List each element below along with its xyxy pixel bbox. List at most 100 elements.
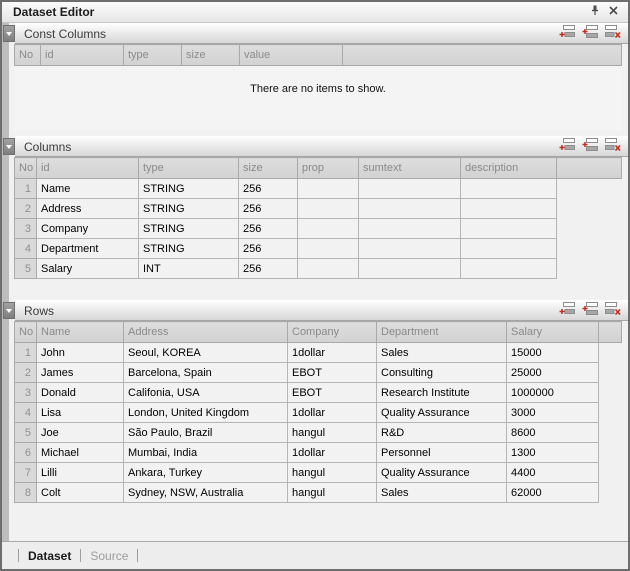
cell[interactable]: São Paulo, Brazil <box>124 423 288 443</box>
cell[interactable] <box>359 179 461 199</box>
cell[interactable]: STRING <box>139 199 239 219</box>
cell[interactable]: 1dollar <box>288 343 377 363</box>
cell[interactable]: Seoul, KOREA <box>124 343 288 363</box>
cell[interactable] <box>359 219 461 239</box>
cell[interactable]: 256 <box>239 199 298 219</box>
column-header-size[interactable]: size <box>182 45 240 66</box>
cell[interactable]: Sales <box>377 483 507 503</box>
cell[interactable]: 256 <box>239 219 298 239</box>
cell[interactable]: 1dollar <box>288 403 377 423</box>
column-header-value[interactable]: value <box>240 45 343 66</box>
cell[interactable] <box>359 239 461 259</box>
cell[interactable]: 3000 <box>507 403 599 423</box>
cell[interactable]: R&D <box>377 423 507 443</box>
add-row-button[interactable] <box>558 303 576 318</box>
cell[interactable] <box>461 179 557 199</box>
cell[interactable]: Salary <box>37 259 139 279</box>
collapse-section-button[interactable] <box>3 138 15 155</box>
cell[interactable]: hangul <box>288 463 377 483</box>
cell[interactable]: Consulting <box>377 363 507 383</box>
collapse-section-button[interactable] <box>3 25 15 42</box>
insert-row-button[interactable] <box>581 139 599 154</box>
column-header-name[interactable]: Name <box>37 322 124 343</box>
cell[interactable]: EBOT <box>288 363 377 383</box>
cell[interactable]: Donald <box>37 383 124 403</box>
cell[interactable] <box>461 199 557 219</box>
cell[interactable]: London, United Kingdom <box>124 403 288 423</box>
column-header-sumtext[interactable]: sumtext <box>359 158 461 179</box>
cell[interactable]: Company <box>37 219 139 239</box>
cell[interactable]: Lilli <box>37 463 124 483</box>
cell[interactable]: Ankara, Turkey <box>124 463 288 483</box>
cell[interactable] <box>359 259 461 279</box>
cell[interactable] <box>298 199 359 219</box>
cell[interactable]: Michael <box>37 443 124 463</box>
column-header-id[interactable]: id <box>37 158 139 179</box>
cell[interactable]: 256 <box>239 259 298 279</box>
pin-button[interactable] <box>586 4 604 20</box>
cell[interactable]: John <box>37 343 124 363</box>
delete-row-button[interactable] <box>604 139 622 154</box>
tab-source[interactable]: Source <box>90 549 128 563</box>
insert-row-button[interactable] <box>581 26 599 41</box>
collapse-section-button[interactable] <box>3 302 15 319</box>
column-header-no[interactable]: No <box>15 322 37 343</box>
column-header-type[interactable]: type <box>139 158 239 179</box>
cell[interactable]: 256 <box>239 179 298 199</box>
cell[interactable] <box>298 259 359 279</box>
delete-row-button[interactable] <box>604 26 622 41</box>
column-header-size[interactable]: size <box>239 158 298 179</box>
column-header-type[interactable]: type <box>124 45 182 66</box>
column-header-department[interactable]: Department <box>377 322 507 343</box>
column-header-salary[interactable]: Salary <box>507 322 599 343</box>
cell[interactable] <box>461 239 557 259</box>
column-header-no[interactable]: No <box>15 45 41 66</box>
cell[interactable]: Califonia, USA <box>124 383 288 403</box>
cell[interactable]: Colt <box>37 483 124 503</box>
column-header-company[interactable]: Company <box>288 322 377 343</box>
column-header-no[interactable]: No <box>15 158 37 179</box>
cell[interactable]: Address <box>37 199 139 219</box>
cell[interactable]: Sydney, NSW, Australia <box>124 483 288 503</box>
cell[interactable] <box>461 219 557 239</box>
cell[interactable]: 1dollar <box>288 443 377 463</box>
cell[interactable]: Quality Assurance <box>377 403 507 423</box>
cell[interactable]: Lisa <box>37 403 124 423</box>
cell[interactable] <box>359 199 461 219</box>
cell[interactable]: Mumbai, India <box>124 443 288 463</box>
insert-row-button[interactable] <box>581 303 599 318</box>
cell[interactable] <box>461 259 557 279</box>
cell[interactable]: hangul <box>288 423 377 443</box>
cell[interactable]: 1000000 <box>507 383 599 403</box>
cell[interactable]: James <box>37 363 124 383</box>
close-button[interactable] <box>604 4 622 20</box>
column-header-description[interactable]: description <box>461 158 557 179</box>
cell[interactable]: Barcelona, Spain <box>124 363 288 383</box>
cell[interactable] <box>298 179 359 199</box>
cell[interactable]: 256 <box>239 239 298 259</box>
cell[interactable]: INT <box>139 259 239 279</box>
cell[interactable]: Personnel <box>377 443 507 463</box>
delete-row-button[interactable] <box>604 303 622 318</box>
cell[interactable]: 15000 <box>507 343 599 363</box>
cell[interactable]: STRING <box>139 239 239 259</box>
cell[interactable]: hangul <box>288 483 377 503</box>
column-header-id[interactable]: id <box>41 45 124 66</box>
cell[interactable]: Joe <box>37 423 124 443</box>
tab-dataset[interactable]: Dataset <box>28 549 71 563</box>
cell[interactable]: 62000 <box>507 483 599 503</box>
add-row-button[interactable] <box>558 26 576 41</box>
cell[interactable]: STRING <box>139 179 239 199</box>
cell[interactable]: Research Institute <box>377 383 507 403</box>
cell[interactable] <box>298 239 359 259</box>
cell[interactable]: Quality Assurance <box>377 463 507 483</box>
add-row-button[interactable] <box>558 139 576 154</box>
column-header-prop[interactable]: prop <box>298 158 359 179</box>
cell[interactable] <box>298 219 359 239</box>
cell[interactable]: 25000 <box>507 363 599 383</box>
cell[interactable]: 4400 <box>507 463 599 483</box>
column-header-address[interactable]: Address <box>124 322 288 343</box>
cell[interactable]: Name <box>37 179 139 199</box>
cell[interactable]: EBOT <box>288 383 377 403</box>
cell[interactable]: 8600 <box>507 423 599 443</box>
